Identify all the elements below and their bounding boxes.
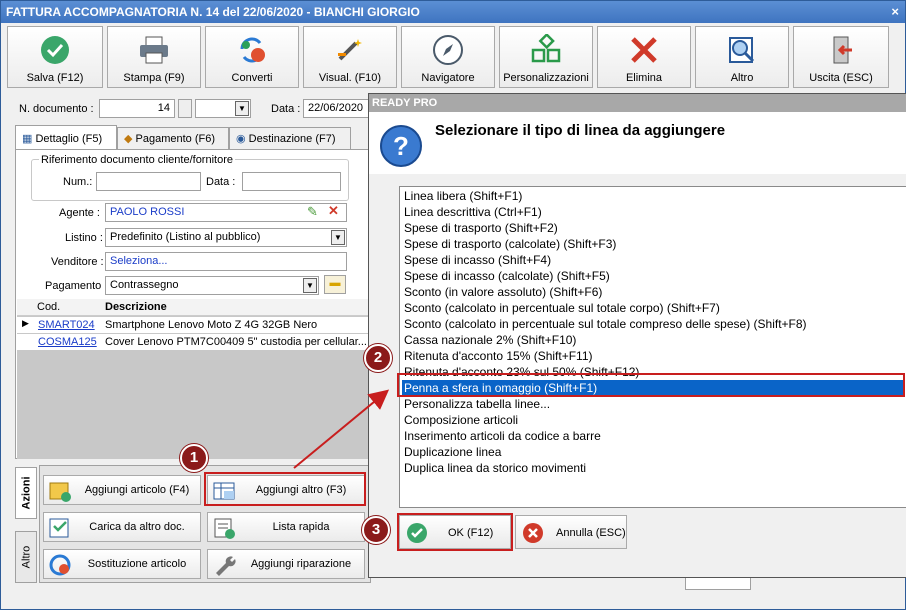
callout-badge-1: 1 — [180, 444, 208, 472]
callout-arrow — [293, 389, 390, 469]
callout-badge-3: 3 — [362, 516, 390, 544]
callout-badge-2: 2 — [364, 344, 392, 372]
